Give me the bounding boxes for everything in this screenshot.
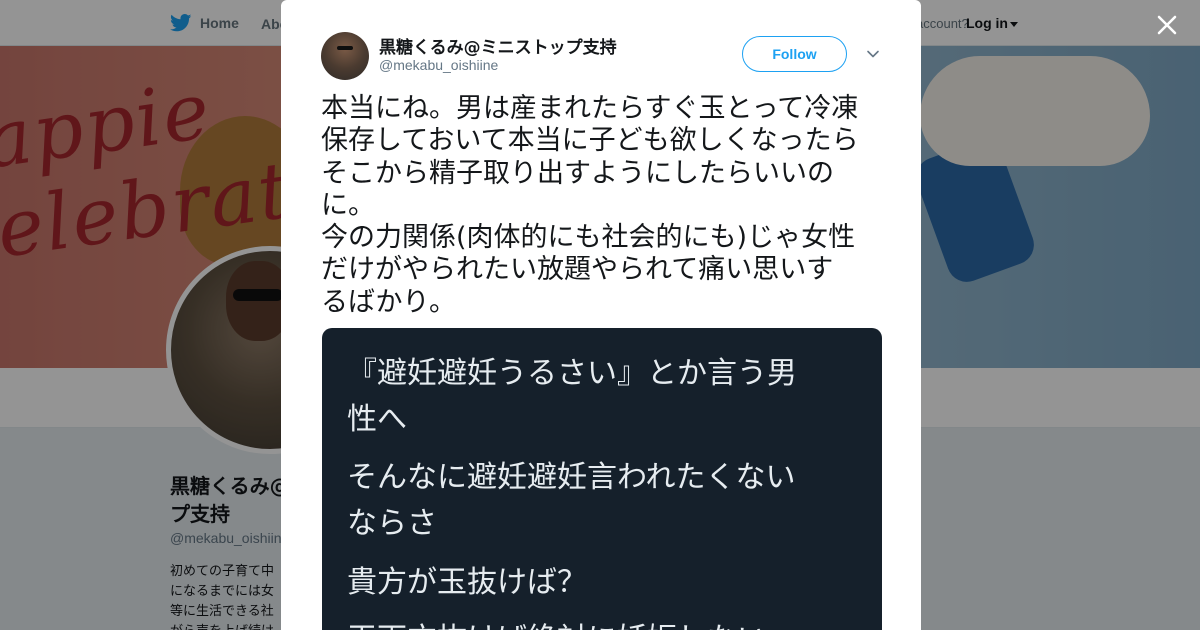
tweet-text-line: に。 [321, 189, 375, 221]
avatar-sunglasses-shape [337, 46, 353, 50]
tweet-text-line: 今の力関係(肉体的にも社会的にも)じゃ女性 [321, 222, 856, 254]
tweet-text-line: だけがやられたい放題やられて痛い思いす [321, 254, 834, 286]
tweet-permalink-modal: 黒糖くるみ@ミニストップ支持 @mekabu_oishiine Follow 本… [281, 0, 921, 630]
media-text-line: ならさ [347, 506, 437, 541]
tweet-text-line: るばかり。 [321, 286, 456, 318]
tweet-text-line: 本当にね。男は産まれたらすぐ玉とって冷凍 [321, 93, 859, 124]
media-text-line: 玉両方抜けば絶対に妊娠しない [347, 614, 767, 630]
tweet-text: 本当にね。男は産まれたらすぐ玉とって冷凍 保存しておいて本当に子ども欲しくなった… [321, 93, 886, 319]
author-name[interactable]: 黒糖くるみ@ミニストップ支持 [379, 33, 617, 58]
media-text-line: 性へ [347, 402, 407, 437]
follow-button[interactable]: Follow [742, 36, 847, 72]
media-text-line: 貴方が玉抜けば？ [347, 565, 587, 600]
author-avatar[interactable] [321, 32, 369, 80]
media-text-line: そんなに避妊避妊言われたくない [347, 460, 796, 495]
more-options-button[interactable] [865, 46, 881, 62]
chevron-down-icon [867, 50, 879, 58]
media-text-line: 『避妊避妊うるさい』とか言う男 [347, 356, 797, 391]
close-button[interactable] [1152, 10, 1182, 40]
tweet-text-line: そこから精子取り出すようにしたらいいの [321, 157, 834, 189]
tweet-text-line: 保存しておいて本当に子ども欲しくなったら [321, 125, 859, 157]
close-icon [1157, 15, 1177, 35]
author-handle[interactable]: @mekabu_oishiine [379, 57, 498, 73]
tweet-media-image[interactable]: 『避妊避妊うるさい』とか言う男 性へ そんなに避妊避妊言われたくない ならさ 貴… [322, 328, 882, 630]
